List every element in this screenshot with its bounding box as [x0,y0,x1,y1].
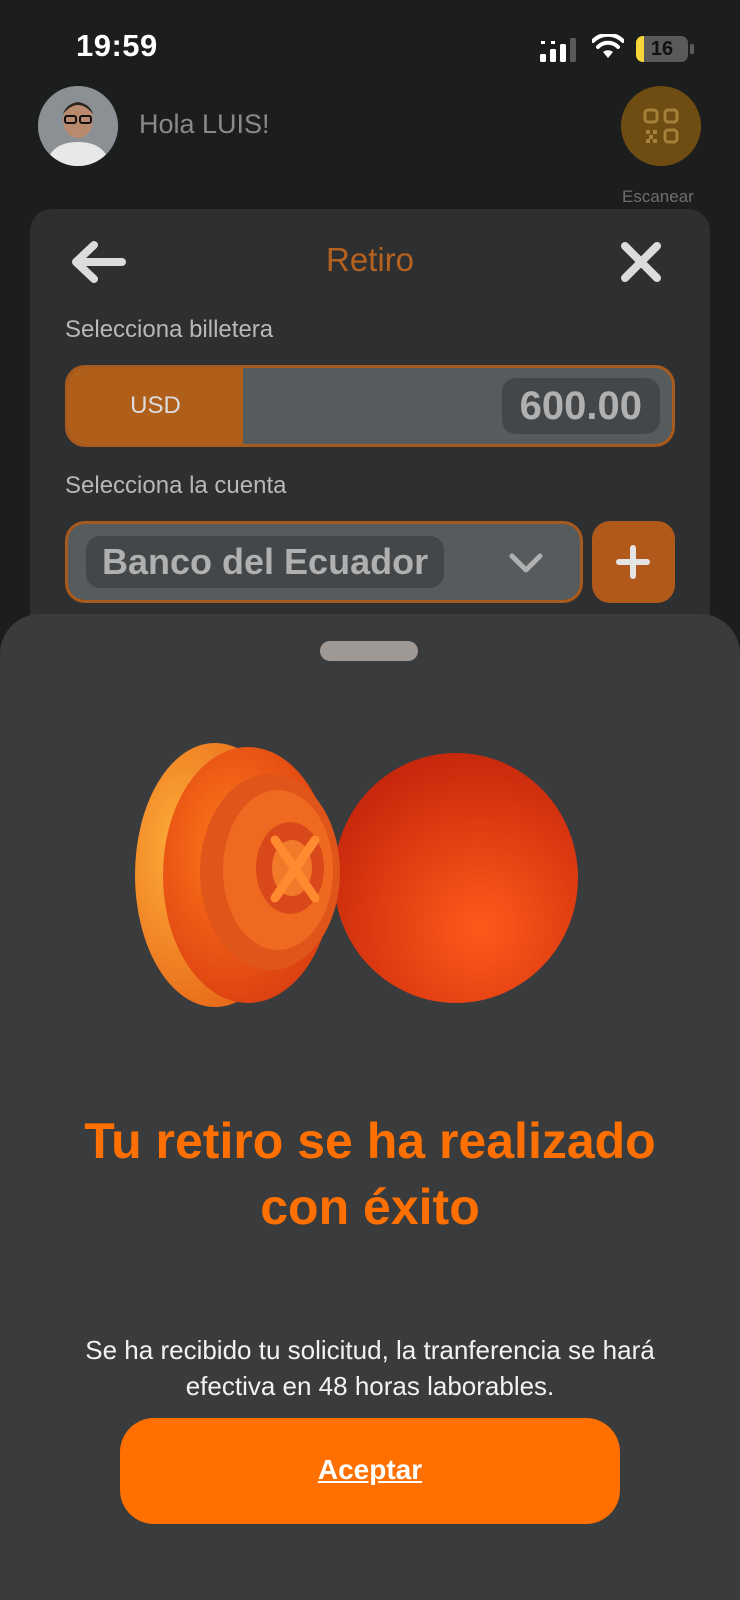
accept-button[interactable]: Aceptar [120,1418,620,1524]
qr-scan-icon [643,108,679,144]
scan-label: Escanear [622,187,694,206]
greeting-text: Hola LUIS! [139,109,270,139]
success-message-line2: efectiva en 48 horas laborables. [185,1371,555,1401]
vault-illustration [135,743,578,1007]
success-title-line2: con éxito [260,1179,480,1235]
qr-scan-button[interactable] [621,86,701,166]
battery-icon: 16 [636,36,688,62]
account-label: Selecciona la cuenta [65,472,287,499]
account-dropdown[interactable]: Banco del Ecuador [65,521,583,603]
wallet-selector[interactable]: USD 600.00 [65,365,675,447]
close-icon[interactable] [619,240,663,284]
wifi-icon [592,34,624,58]
battery-nub [690,44,694,54]
status-bar: 19:59 16 [0,0,740,90]
sheet-handle[interactable] [320,641,418,661]
add-account-button[interactable] [592,521,675,603]
wallet-label: Selecciona billetera [65,316,274,343]
status-time: 19:59 [76,28,158,63]
chevron-down-icon [509,553,543,573]
avatar-photo [38,86,118,166]
battery-level: 16 [650,38,674,60]
success-title: Tu retiro se ha realizado con éxito [40,1108,700,1240]
success-message-line1: Se ha recibido tu solicitud, la tranfere… [85,1335,655,1365]
plus-icon [616,545,650,579]
wallet-amount[interactable]: 600.00 [501,378,660,434]
success-title-line1: Tu retiro se ha realizado [84,1113,656,1169]
avatar[interactable] [38,86,118,166]
success-message: Se ha recibido tu solicitud, la tranfere… [40,1332,700,1404]
signal-icon [540,38,576,62]
wallet-currency[interactable]: USD [68,368,243,444]
accept-label: Aceptar [317,1454,423,1485]
account-name: Banco del Ecuador [86,536,445,588]
